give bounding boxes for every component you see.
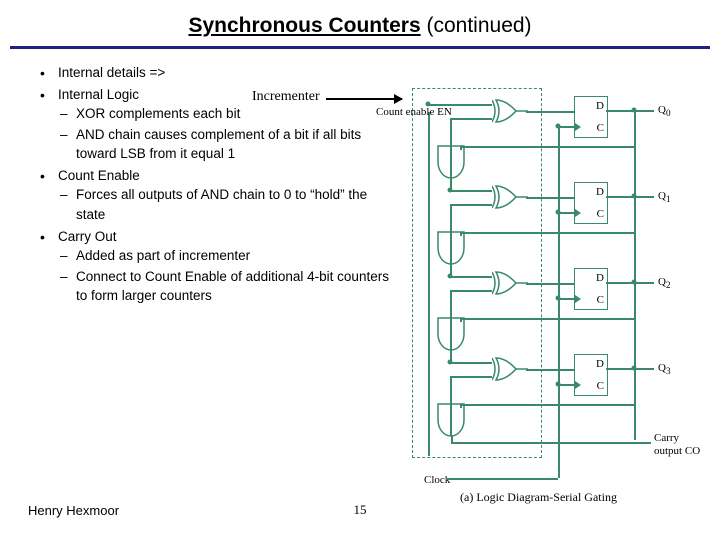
xor-gate-2 [492, 270, 528, 296]
wire [606, 282, 654, 284]
xor-gate-1 [492, 184, 528, 210]
wire [450, 290, 492, 292]
wire [428, 104, 492, 106]
bullet-count-enable: Count Enable Forces all outputs of AND c… [58, 166, 400, 225]
label-q1: Q1 [658, 190, 671, 204]
node [448, 188, 453, 193]
wire [460, 146, 462, 150]
wire [460, 318, 634, 320]
sub-added: Added as part of incrementer [76, 246, 400, 266]
wire [526, 283, 574, 285]
ff-d-label: D [596, 186, 604, 198]
footer-author: Henry Hexmoor [28, 503, 119, 518]
arrow-icon [326, 98, 402, 100]
label-q3: Q3 [658, 362, 671, 376]
flip-flop-1: D C [574, 182, 608, 224]
incrementer-label: Incrementer [252, 89, 320, 105]
wire [526, 369, 574, 371]
node [556, 210, 561, 215]
node [632, 108, 637, 113]
wire [460, 146, 634, 148]
and-gate-carry [436, 402, 466, 438]
ff-c-label: C [597, 380, 604, 392]
wire [460, 318, 462, 322]
flip-flop-3: D C [574, 354, 608, 396]
ff-c-label: C [597, 208, 604, 220]
wire [460, 404, 634, 406]
title-underline [10, 46, 710, 49]
node [632, 366, 637, 371]
footer-page: 15 [354, 502, 367, 518]
wire [450, 190, 492, 192]
title-main: Synchronous Counters [188, 14, 420, 37]
wire [450, 276, 492, 278]
wire [606, 196, 654, 198]
node [556, 382, 561, 387]
ff-d-label: D [596, 272, 604, 284]
wire-carry-out [451, 442, 651, 444]
node [448, 274, 453, 279]
label-count-enable: Count enable EN [376, 106, 452, 118]
ff-c-label: C [597, 122, 604, 134]
wire-q-feedback [634, 110, 636, 440]
ff-c-label: C [597, 294, 604, 306]
wire [606, 110, 654, 112]
wire [450, 376, 492, 378]
clock-triangle-icon [575, 381, 581, 389]
wire [450, 118, 492, 120]
flip-flop-0: D C [574, 96, 608, 138]
logic-diagram: Count enable EN Clock D C Q0 D C [406, 82, 706, 502]
sub-and-chain: AND chain causes complement of a bit if … [76, 125, 400, 164]
wire-clock [558, 126, 560, 478]
and-gate-0 [436, 144, 466, 180]
wire [606, 368, 654, 370]
label-carry2: output CO [654, 445, 700, 457]
wire [460, 232, 634, 234]
node [632, 194, 637, 199]
clock-triangle-icon [575, 295, 581, 303]
diagram-caption: (a) Logic Diagram-Serial Gating [460, 490, 617, 505]
title-continued: (continued) [426, 14, 531, 37]
ff-d-label: D [596, 100, 604, 112]
xor-gate-0 [492, 98, 528, 124]
clock-triangle-icon [575, 209, 581, 217]
and-gate-1 [436, 230, 466, 266]
wire [460, 404, 462, 408]
wire-clock-h [446, 478, 558, 480]
bullet-internal-logic: Internal Logic XOR complements each bit … [58, 85, 400, 164]
label-clock: Clock [424, 474, 450, 486]
label-carry: Carry [654, 432, 679, 444]
xor-gate-3 [492, 356, 528, 382]
bullet-carry-out: Carry Out Added as part of incrementer C… [58, 227, 400, 306]
sub-xor: XOR complements each bit [76, 104, 400, 124]
node [556, 124, 561, 129]
wire [460, 232, 462, 236]
node [448, 360, 453, 365]
sub-connect: Connect to Count Enable of additional 4-… [76, 267, 400, 306]
wire [450, 362, 492, 364]
node [556, 296, 561, 301]
slide-title: Synchronous Counters (continued) [0, 0, 720, 46]
wire-en [428, 112, 430, 456]
wire [526, 111, 574, 113]
wire [526, 197, 574, 199]
wire [450, 204, 492, 206]
clock-triangle-icon [575, 123, 581, 131]
label-q0: Q0 [658, 104, 671, 118]
bullet-internal-details: Internal details => [58, 63, 400, 83]
label-q2: Q2 [658, 276, 671, 290]
ff-d-label: D [596, 358, 604, 370]
sub-forces: Forces all outputs of AND chain to 0 to … [76, 185, 400, 224]
node [632, 280, 637, 285]
flip-flop-2: D C [574, 268, 608, 310]
and-gate-2 [436, 316, 466, 352]
node [426, 102, 431, 107]
